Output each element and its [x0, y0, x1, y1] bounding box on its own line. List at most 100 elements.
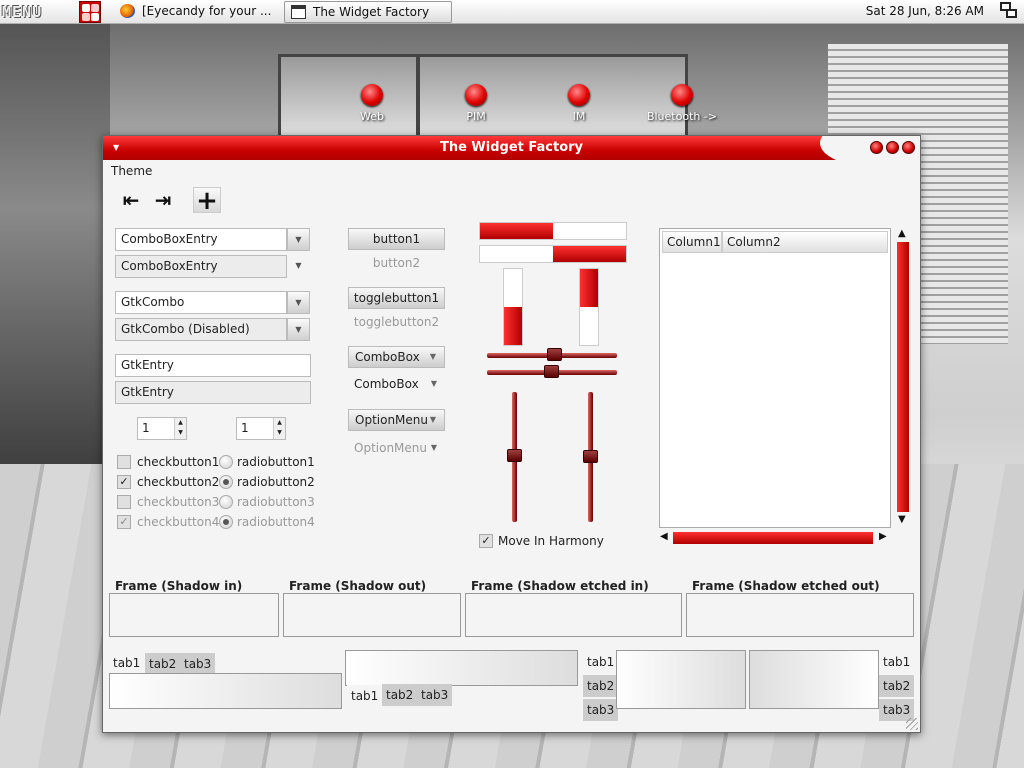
chevron-down-icon: ▼: [430, 379, 437, 388]
frame-box: [283, 593, 461, 637]
notebook3-tab2[interactable]: tab2: [583, 675, 619, 697]
vscale-1-handle[interactable]: [507, 449, 522, 462]
notebook4-tab2[interactable]: tab2: [879, 675, 915, 697]
spin-button-2[interactable]: 1 ▲ ▼: [236, 417, 286, 440]
launcher-web[interactable]: Web: [332, 84, 412, 123]
launcher-bluetooth[interactable]: Bluetooth ->: [642, 84, 722, 123]
checkbutton4-box: ✓: [117, 515, 131, 529]
frame-label: Frame (Shadow etched in): [469, 579, 651, 593]
chevron-down-icon: ▼: [429, 415, 436, 424]
clock[interactable]: Sat 28 Jun, 8:26 AM: [866, 4, 984, 18]
gtk-combo-value: GtkCombo (Disabled): [121, 322, 250, 336]
notebook3-tab3[interactable]: tab3: [583, 699, 619, 721]
button2: button2: [372, 256, 421, 270]
notebook4-tab1[interactable]: tab1: [879, 651, 915, 673]
checkbutton1-box[interactable]: [117, 455, 131, 469]
scroll-up-icon[interactable]: ▲: [898, 228, 906, 239]
combobox-1[interactable]: ComboBox ▼: [348, 346, 445, 368]
gtk-combo[interactable]: GtkCombo ▼: [115, 291, 310, 314]
scroll-right-icon[interactable]: ▶: [879, 531, 887, 542]
main-menu-button[interactable]: MENU: [2, 2, 76, 22]
notebook2-tab2[interactable]: tab2: [382, 684, 418, 706]
scroll-left-icon[interactable]: ◀: [660, 531, 668, 542]
chevron-down-icon[interactable]: ▼: [287, 291, 310, 314]
combo-box-entry-1[interactable]: ComboBoxEntry ▼: [115, 228, 310, 251]
button1[interactable]: button1: [348, 228, 445, 250]
column-header-2[interactable]: Column2: [722, 231, 888, 253]
taskbar-item-widget-factory[interactable]: The Widget Factory: [284, 1, 452, 23]
radiobutton4-dot: [219, 515, 233, 529]
red-orb-icon: [361, 84, 383, 106]
hscale-2-handle[interactable]: [544, 365, 559, 378]
column-header-1[interactable]: Column1: [662, 231, 722, 253]
radiobutton2-dot[interactable]: [219, 475, 233, 489]
checkbutton1-label[interactable]: checkbutton1: [137, 455, 219, 469]
frame-label: Frame (Shadow out): [287, 579, 429, 593]
checkbutton2-label[interactable]: checkbutton2: [137, 475, 219, 489]
launcher-pim[interactable]: PIM: [436, 84, 516, 123]
add-icon[interactable]: +: [193, 187, 221, 214]
entry-value: GtkEntry: [121, 385, 174, 399]
notebook1-tab3[interactable]: tab3: [180, 653, 216, 675]
chevron-down-icon[interactable]: ▼: [287, 228, 310, 251]
notebook1-page: [109, 673, 342, 709]
minimize-button[interactable]: [870, 141, 883, 154]
combobox-2[interactable]: ComboBox ▼: [348, 374, 445, 396]
combo-box-entry-2[interactable]: ComboBoxEntry ▼: [115, 255, 302, 278]
top-panel: MENU [Eyecandy for your ... The Widget F…: [0, 0, 1024, 24]
red-orb-icon: [568, 84, 590, 106]
window-menu-icon[interactable]: ▼: [113, 136, 119, 160]
workspace-switcher-icon[interactable]: [1000, 2, 1020, 22]
hscale-1-handle[interactable]: [547, 348, 562, 361]
radiobutton2-label[interactable]: radiobutton2: [237, 475, 315, 489]
spin-arrows-icon[interactable]: ▲ ▼: [273, 418, 285, 439]
option-menu-1[interactable]: OptionMenu ▼: [348, 409, 445, 431]
chevron-down-icon: ▼: [287, 318, 310, 341]
togglebutton1[interactable]: togglebutton1: [348, 287, 445, 309]
taskbar-item-firefox[interactable]: [Eyecandy for your ...: [114, 1, 280, 23]
gtk-entry-1[interactable]: GtkEntry: [115, 354, 311, 377]
vertical-scrollbar[interactable]: ▲ ▼: [895, 228, 911, 528]
combo-box-entry-value: ComboBoxEntry: [121, 232, 218, 246]
wallpaper-left-window: [0, 24, 110, 484]
radiobutton1-dot[interactable]: [219, 455, 233, 469]
scroll-down-icon[interactable]: ▼: [898, 514, 906, 525]
menu-theme[interactable]: Theme: [111, 164, 152, 178]
frame-box: [109, 593, 279, 637]
chevron-down-icon[interactable]: ▼: [287, 255, 310, 278]
horizontal-scrollbar[interactable]: ◀ ▶: [659, 530, 891, 546]
close-button[interactable]: [902, 141, 915, 154]
gtk-combo-value: GtkCombo: [121, 295, 185, 309]
taskbar-item-label: [Eyecandy for your ...: [142, 4, 272, 18]
menu-bar: Theme: [103, 160, 920, 182]
checkbutton4-label: checkbutton4: [137, 515, 220, 529]
radiobutton1-label[interactable]: radiobutton1: [237, 455, 315, 469]
scrollbar-thumb[interactable]: [897, 242, 909, 512]
maximize-button[interactable]: [886, 141, 899, 154]
scrollbar-thumb[interactable]: [673, 532, 873, 544]
spin-arrows-icon[interactable]: ▲ ▼: [174, 418, 186, 439]
notebook2-tab3[interactable]: tab3: [417, 684, 453, 706]
togglebutton2: togglebutton2: [353, 315, 440, 329]
spin-button-1[interactable]: 1 ▲ ▼: [137, 417, 187, 440]
go-last-icon[interactable]: ⇥: [149, 187, 177, 213]
notebook2-tab1[interactable]: tab1: [347, 685, 383, 707]
launcher-label: Bluetooth ->: [646, 110, 718, 123]
go-first-icon[interactable]: ⇤: [117, 187, 145, 213]
notebook4-page: [749, 650, 879, 709]
launcher-im[interactable]: IM: [539, 84, 619, 123]
move-in-harmony-label[interactable]: Move In Harmony: [498, 534, 604, 548]
tree-view[interactable]: Column1 Column2: [659, 228, 891, 528]
notebook3-tab1[interactable]: tab1: [583, 651, 619, 673]
notebook3-page: [616, 650, 746, 709]
title-bar[interactable]: ▼ The Widget Factory: [103, 136, 920, 160]
gtk-entry-2[interactable]: GtkEntry: [115, 381, 311, 404]
notebook1-tab2[interactable]: tab2: [145, 653, 181, 675]
move-in-harmony-checkbox[interactable]: ✓: [479, 534, 493, 548]
resize-grip[interactable]: [906, 718, 918, 730]
menu-logo-icon[interactable]: [79, 1, 101, 23]
checkbutton2-box[interactable]: ✓: [117, 475, 131, 489]
vscale-2-handle[interactable]: [583, 450, 598, 463]
window-title: The Widget Factory: [439, 140, 584, 155]
notebook1-tab1[interactable]: tab1: [109, 652, 145, 674]
